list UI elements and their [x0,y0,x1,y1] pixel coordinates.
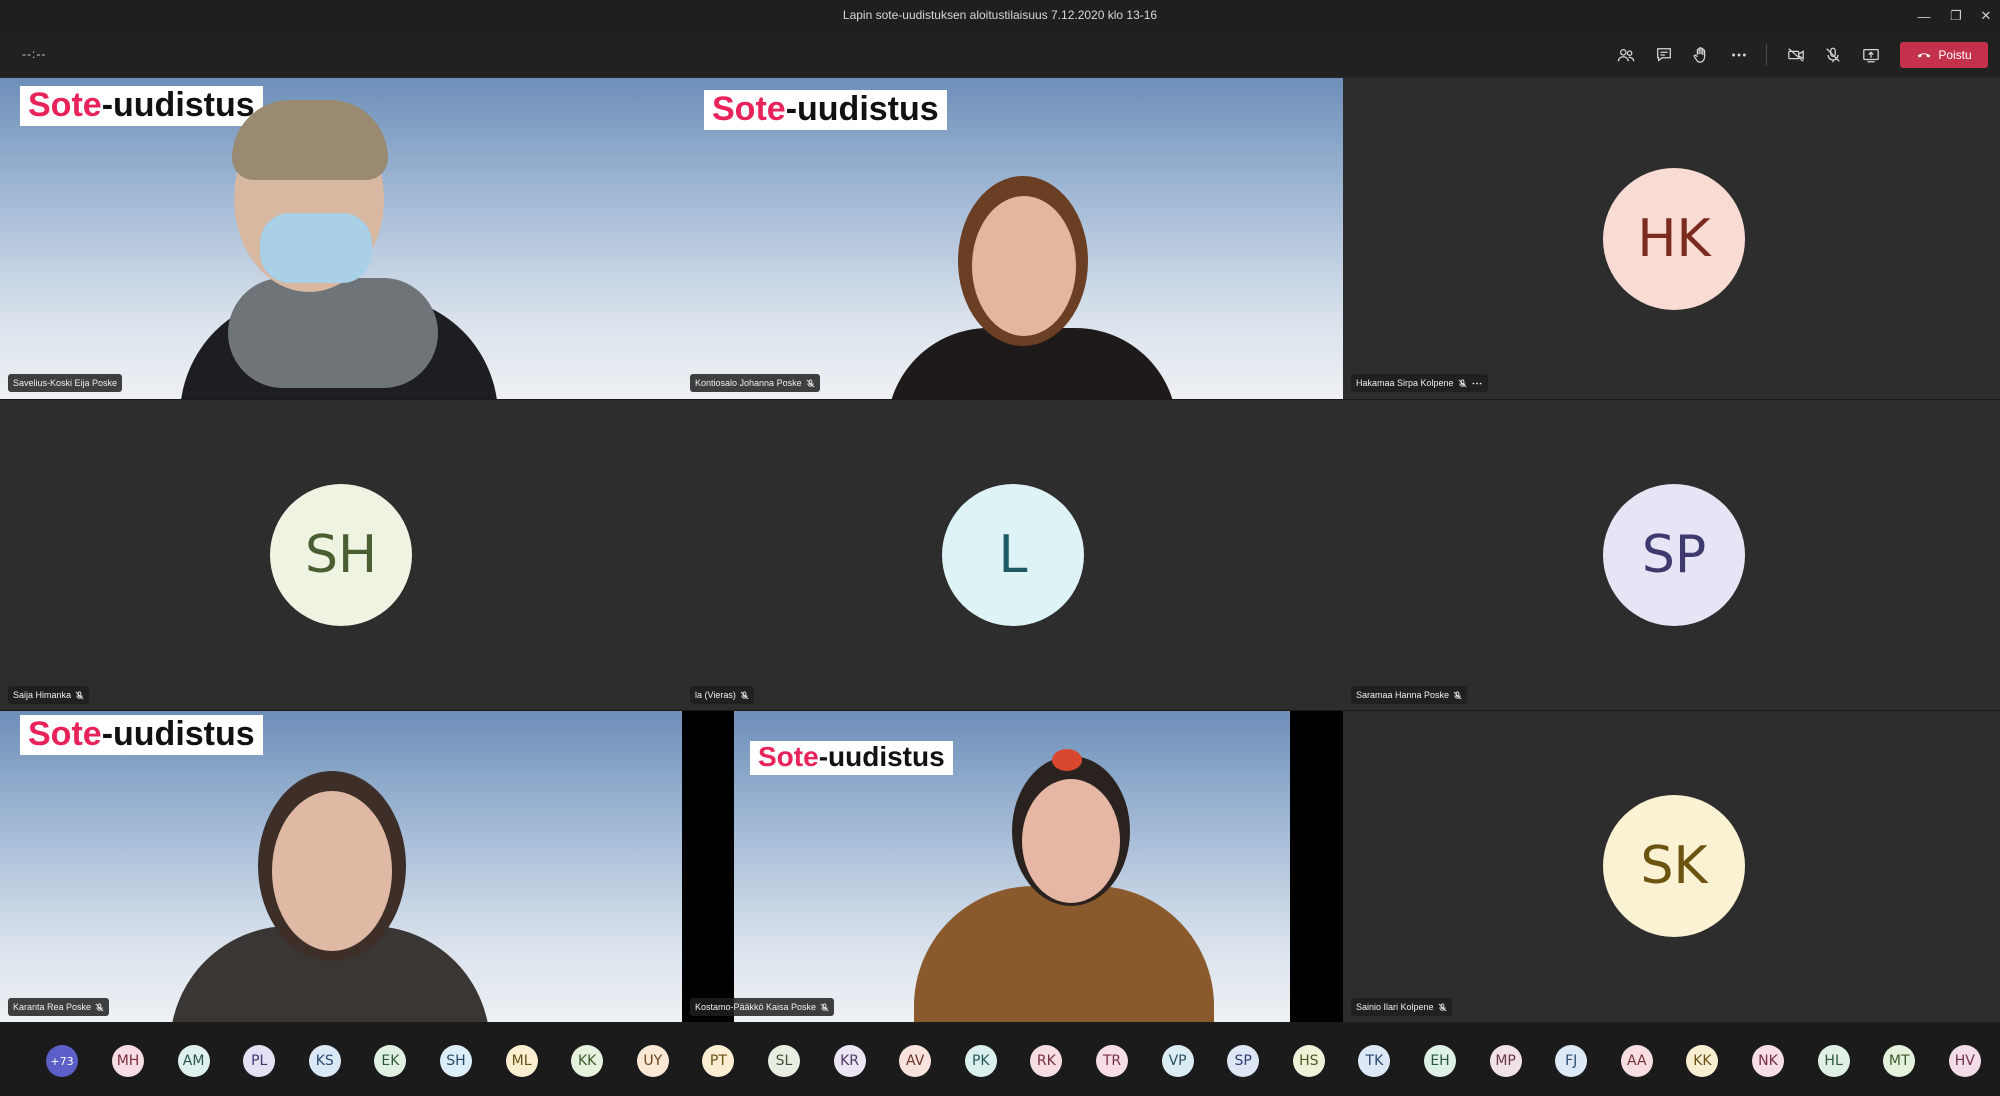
gallery-participant-avatar[interactable]: KK [1686,1045,1719,1077]
gallery-participant-avatar[interactable]: NK [1752,1045,1784,1077]
participant-name-tag: Karanta Rea Poske [8,998,110,1016]
participant-name-tag: Kontiosalo Johanna Poske [690,374,820,392]
leave-button[interactable]: Poistu [1900,42,1988,68]
camera-toggle-button[interactable] [1781,40,1811,70]
gallery-participant-avatar[interactable]: MT [1883,1045,1916,1077]
raise-hand-button[interactable] [1686,40,1716,70]
mic-off-icon [820,1002,829,1011]
participant-name-tag: Hakamaa Sirpa Kolpene [1351,374,1488,392]
participant-avatar: SP [1603,484,1745,626]
gallery-participant-avatar[interactable]: AA [1620,1045,1653,1077]
mic-off-icon [1453,690,1462,699]
mic-off-icon [806,378,814,387]
leave-label: Poistu [1938,48,1972,62]
gallery-participant-avatar[interactable]: SP [1227,1045,1260,1077]
mic-off-icon [95,1002,104,1011]
toolbar-divider [1766,44,1767,66]
gallery-participant-avatar[interactable]: EK [374,1045,407,1077]
mic-off-icon [75,690,84,699]
video-grid: Sote-uudistus Savelius-Koski Eija Poske … [0,78,2000,1022]
gallery-participant-avatar[interactable]: TK [1358,1045,1391,1077]
gallery-participant-avatar[interactable]: ML [505,1045,538,1077]
more-actions-button[interactable] [1724,40,1754,70]
window-titlebar: Lapin sote-uudistuksen aloitustilaisuus … [0,0,2000,32]
participant-name-tag: Saramaa Hanna Poske [1351,686,1468,704]
gallery-participant-avatar[interactable]: HV [1948,1045,1981,1077]
more-participants-button[interactable]: +73 [46,1045,78,1077]
minimize-button[interactable]: — [1908,4,1940,28]
participant-avatar: HK [1603,168,1745,310]
gallery-participant-avatar[interactable]: TR [1096,1045,1128,1077]
participant-tile[interactable]: L la (Vieras) [682,400,1343,710]
window-title: Lapin sote-uudistuksen aloitustilaisuus … [842,8,1158,22]
participant-avatar: L [942,484,1084,626]
share-content-button[interactable] [1856,40,1886,70]
camera-off-icon [1788,48,1804,62]
sote-uudistus-banner: Sote-uudistus [750,741,953,775]
participants-button[interactable] [1611,40,1641,70]
share-icon [1863,48,1879,63]
chat-button[interactable] [1649,40,1679,70]
participant-tile[interactable]: Sote-uudistus Kostamo-Pääkkö Kaisa Poske [682,711,1343,1022]
gallery-participant-avatar[interactable]: KS [308,1045,341,1077]
gallery-participant-avatar[interactable]: AM [177,1045,210,1077]
participant-tile[interactable]: SP Saramaa Hanna Poske [1343,400,2000,710]
participant-name-tag: la (Vieras) [690,686,754,704]
sote-uudistus-banner: Sote-uudistus [20,715,263,755]
mic-off-icon [740,690,749,699]
participant-name-tag: Savelius-Koski Eija Poske [8,374,123,392]
gallery-participant-avatar[interactable]: MP [1489,1045,1522,1077]
gallery-participant-avatar[interactable]: SH [440,1045,472,1077]
sote-uudistus-banner: Sote-uudistus [20,86,263,126]
chat-icon [1657,48,1671,62]
mic-off-icon [1438,1002,1446,1011]
gallery-participant-avatar[interactable]: EH [1424,1045,1456,1077]
more-options-icon[interactable] [1471,379,1483,388]
sote-uudistus-banner: Sote-uudistus [704,90,947,130]
raise-hand-icon [1693,47,1706,63]
participants-icon [1617,48,1635,62]
participant-avatar: SK [1603,795,1745,937]
participant-tile[interactable]: Sote-uudistus Savelius-Koski Eija Poske [0,78,682,399]
participant-tile[interactable]: Sote-uudistus Karanta Rea Poske [0,711,682,1022]
gallery-participant-avatar[interactable]: HS [1292,1045,1325,1077]
participant-name-tag: Kostamo-Pääkkö Kaisa Poske [690,998,835,1016]
gallery-participant-avatar[interactable]: AV [899,1045,932,1077]
mic-off-icon [1826,47,1840,63]
gallery-participant-avatar[interactable]: KK [571,1045,604,1077]
participant-gallery: +73 MH AM PL KS EK SH ML KK UY PT SL KR AV PK RK TR VP SP… [0,1022,2000,1096]
gallery-participant-avatar[interactable]: PK [964,1045,997,1077]
more-icon [1732,53,1746,57]
participant-name-tag: Sainio Ilari Kolpene [1351,998,1452,1016]
participant-tile[interactable]: Sote-uudistus Kontiosalo Johanna Poske [682,78,1343,399]
gallery-participant-avatar[interactable]: FJ [1555,1045,1588,1077]
mic-toggle-button[interactable] [1818,40,1848,70]
participant-tile[interactable]: HK Hakamaa Sirpa Kolpene [1343,78,2000,399]
gallery-participant-avatar[interactable]: PL [243,1045,276,1077]
gallery-participant-avatar[interactable]: SL [768,1045,800,1077]
participant-avatar: SH [270,484,412,626]
participant-name-tag: Saija Himanka [8,686,90,704]
gallery-participant-avatar[interactable]: MH [112,1045,144,1077]
mic-off-icon [1458,378,1466,387]
hang-up-icon [1917,53,1931,58]
close-window-button[interactable]: ✕ [1970,4,2000,28]
restore-button[interactable]: ❐ [1940,4,1972,28]
participant-video: Sote-uudistus [734,711,1290,1022]
gallery-participant-avatar[interactable]: RK [1030,1045,1063,1077]
gallery-participant-avatar[interactable]: HL [1817,1045,1850,1077]
gallery-participant-avatar[interactable]: PT [702,1045,735,1077]
gallery-participant-avatar[interactable]: KR [833,1045,866,1077]
participant-tile[interactable]: SH Saija Himanka [0,400,682,710]
meeting-toolbar: --:-- Poistu [0,32,2000,78]
gallery-participant-avatar[interactable]: VP [1161,1045,1194,1077]
meeting-timer: --:-- [22,47,47,61]
gallery-participant-avatar[interactable]: UY [636,1045,669,1077]
participant-tile[interactable]: SK Sainio Ilari Kolpene [1343,711,2000,1022]
